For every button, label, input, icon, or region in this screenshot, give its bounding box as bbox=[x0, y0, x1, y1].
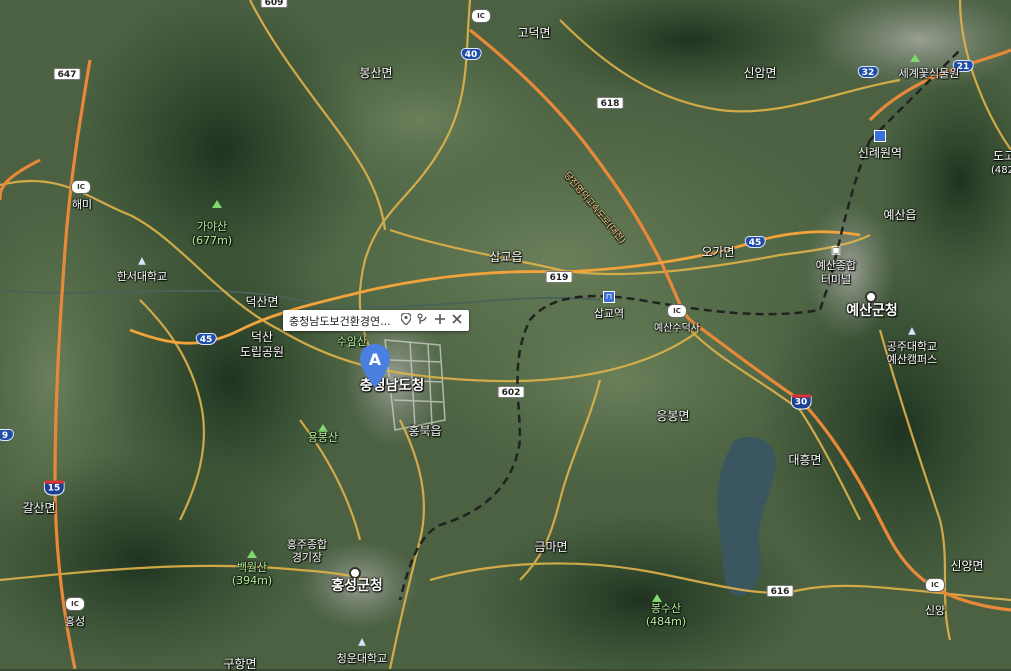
mountain-elevation-gayasan: (677m) bbox=[191, 234, 233, 247]
marker-letter: A bbox=[368, 350, 382, 369]
interchange-icon: IC bbox=[471, 9, 491, 23]
expressway-shield-30: 30 bbox=[790, 394, 812, 410]
place-label-yesan-terminal-2: 터미널 bbox=[820, 273, 852, 286]
place-label-sinam-myeon: 신암면 bbox=[743, 66, 777, 80]
place-label-deoksan-myeon: 덕산면 bbox=[245, 295, 279, 309]
place-label-deoksan-park-2: 도립공원 bbox=[239, 345, 285, 359]
place-label-guhang-myeon: 구항면 bbox=[223, 657, 257, 671]
place-label-segye-flower: 세계꽃식물원 bbox=[898, 67, 960, 80]
place-label-galsan-myeon: 갈산면 bbox=[22, 501, 56, 515]
pin-icon[interactable] bbox=[399, 312, 412, 328]
route-shield-609: 609 bbox=[260, 0, 288, 8]
route-shield-32: 32 bbox=[857, 66, 879, 78]
place-label-hanseo-univ: 한서대학교 bbox=[116, 270, 168, 283]
place-label-hongju-stadium: 홍주종합 bbox=[286, 538, 328, 551]
route-shield-618: 618 bbox=[596, 97, 624, 109]
school-icon: ▲ bbox=[138, 255, 146, 267]
place-label-yesan-county: 예산군청 bbox=[846, 303, 898, 319]
expressway-shield-15: 15 bbox=[43, 480, 65, 496]
location-marker-a[interactable]: A bbox=[360, 344, 390, 388]
place-label-dogo-number: (482 bbox=[991, 165, 1011, 176]
plus-icon[interactable] bbox=[434, 314, 446, 327]
popup-title[interactable]: 충청남도보건환경연... bbox=[289, 313, 391, 329]
place-label-sinyang-myeon: 신양면 bbox=[950, 559, 984, 573]
place-label-sinryewon-station: 신례원역 bbox=[857, 146, 903, 160]
place-label-haemi: 해미 bbox=[71, 198, 93, 211]
place-label-kongju-univ: 공주대학교 bbox=[886, 340, 938, 353]
close-icon[interactable] bbox=[451, 314, 463, 327]
place-popup[interactable]: 충청남도보건환경연... bbox=[283, 310, 469, 331]
interchange-icon: IC bbox=[65, 597, 85, 611]
mountain-elevation-baegwolsan: (394m) bbox=[231, 574, 273, 587]
route-shield-40: 40 bbox=[460, 48, 482, 60]
route-shield-647: 647 bbox=[53, 68, 81, 80]
place-label-hongseong-county: 홍성군청 bbox=[331, 578, 383, 594]
mountain-label-yongbongsan: 용봉산 bbox=[307, 431, 339, 444]
place-label-godeok-myeon: 고덕면 bbox=[517, 26, 551, 40]
county-office-icon bbox=[865, 291, 877, 303]
place-label-hongju-stadium-2: 경기장 bbox=[291, 551, 323, 564]
place-label-geumma-myeon: 금마면 bbox=[534, 540, 568, 554]
place-label-yesan-terminal: 예산종합 bbox=[815, 259, 857, 272]
route-shield-616: 616 bbox=[766, 585, 794, 597]
place-label-sapgyo-station: 삽교역 bbox=[593, 307, 625, 320]
school-icon: ▲ bbox=[908, 325, 916, 337]
route-shield-619: 619 bbox=[545, 271, 573, 283]
place-label-oga-myeon: 오가면 bbox=[701, 245, 735, 259]
place-label-yesan-eup: 예산읍 bbox=[883, 208, 917, 222]
train-station-icon: ⊓ bbox=[603, 291, 615, 303]
interchange-icon: IC bbox=[925, 578, 945, 592]
school-icon: ▲ bbox=[358, 636, 366, 648]
place-label-deoksan-park: 덕산 bbox=[250, 330, 274, 344]
interchange-icon: IC bbox=[71, 180, 91, 194]
place-label-daeheung-myeon: 대흥면 bbox=[788, 453, 822, 467]
place-label-sapgyo-eup: 삽교읍 bbox=[489, 250, 523, 264]
mountain-label-baegwolsan: 백월산 bbox=[236, 561, 268, 574]
place-label-hongseong: 홍성 bbox=[64, 615, 86, 628]
place-label-dogo: 도고 bbox=[993, 149, 1011, 163]
place-label-cheongun-univ: 청운대학교 bbox=[336, 652, 388, 665]
route-shield-45-east: 45 bbox=[744, 236, 766, 248]
mountain-label-bongsusan: 봉수산 bbox=[650, 602, 682, 615]
route-shield-602: 602 bbox=[497, 386, 525, 398]
place-label-kongju-univ-2: 예산캠퍼스 bbox=[886, 353, 938, 366]
interchange-icon: IC bbox=[667, 304, 687, 318]
place-label-hongbuk-eup: 홍북읍 bbox=[408, 424, 442, 438]
route-icon[interactable] bbox=[416, 313, 429, 328]
place-label-sinyang: 신양 bbox=[924, 604, 946, 617]
train-station-icon bbox=[874, 130, 886, 142]
bus-terminal-icon: ▣ bbox=[830, 243, 842, 257]
place-label-yesan-sudeoksa: 예산수덕사 bbox=[654, 323, 700, 334]
satellite-map[interactable] bbox=[0, 0, 1011, 669]
mountain-label-gayasan: 가야산 bbox=[196, 220, 228, 233]
place-label-bongsan-myeon: 봉산면 bbox=[359, 66, 393, 80]
mountain-elevation-bongsusan: (484m) bbox=[645, 615, 687, 628]
place-label-eungbong-myeon: 응봉면 bbox=[656, 409, 690, 423]
route-shield-45-west: 45 bbox=[195, 333, 217, 345]
